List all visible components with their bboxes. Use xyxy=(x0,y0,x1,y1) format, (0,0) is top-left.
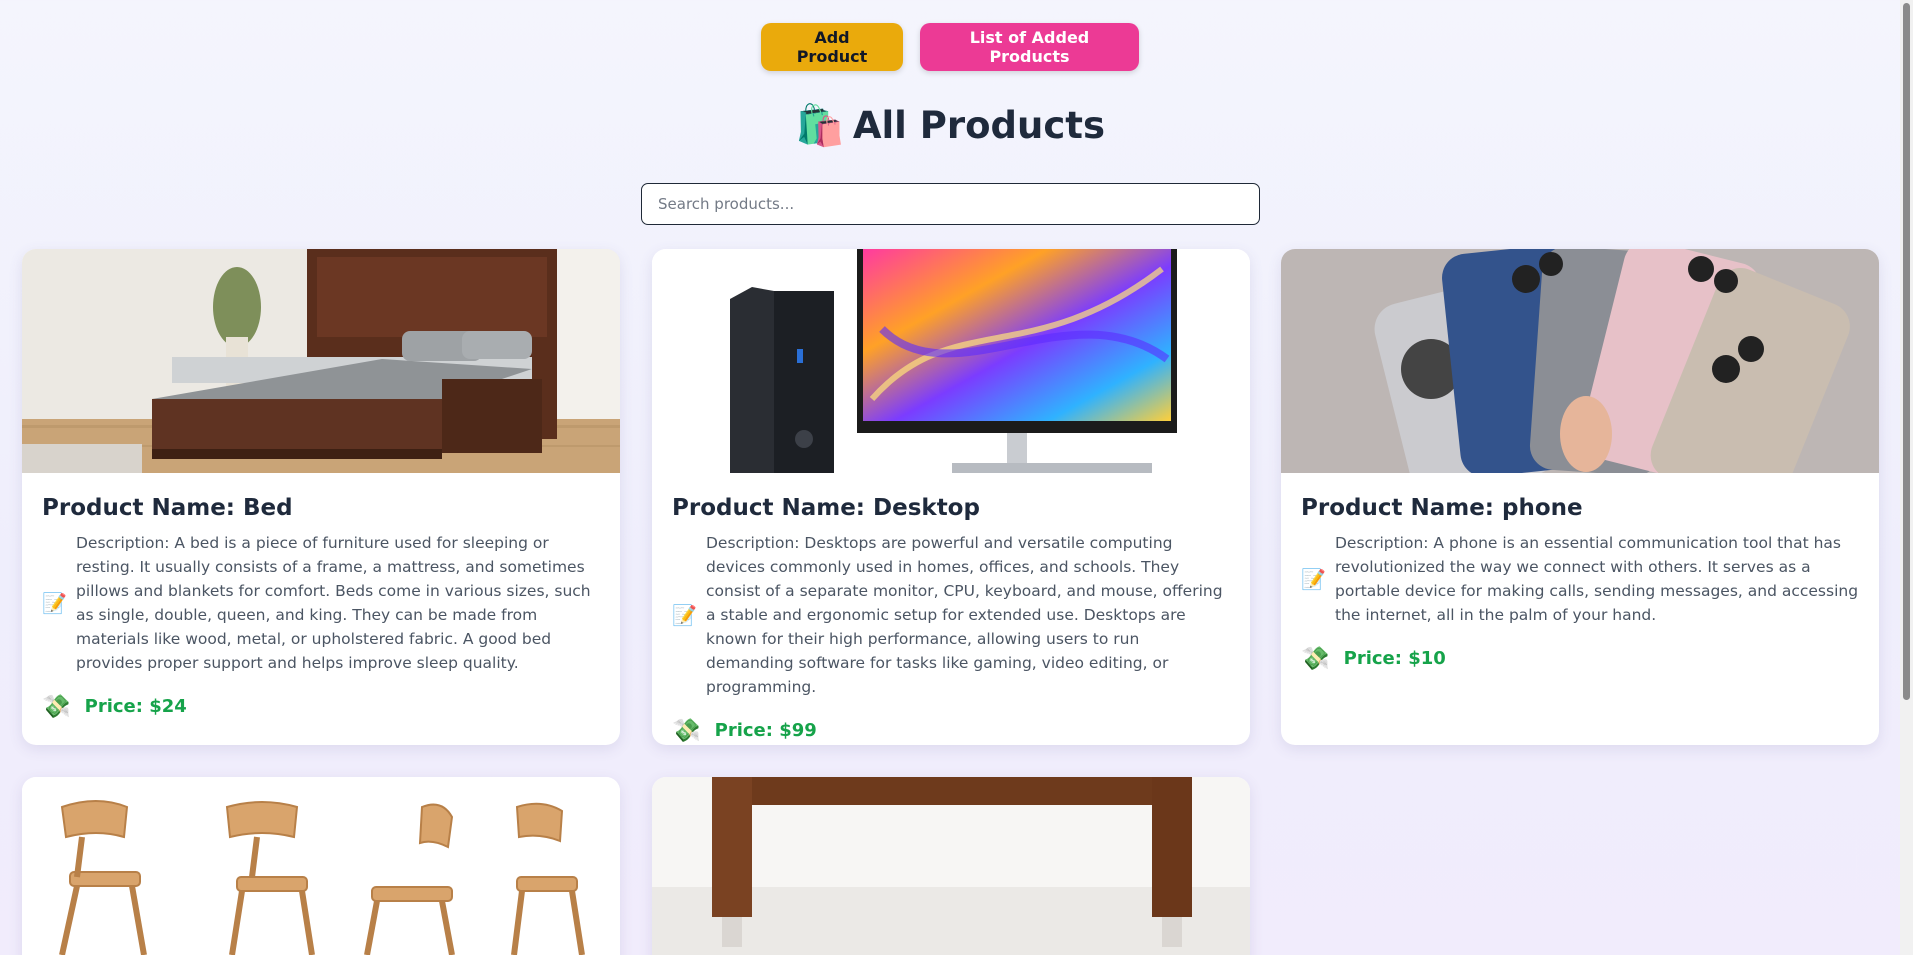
description-row: 📝 Description: A bed is a piece of furni… xyxy=(42,531,600,675)
product-image-phone xyxy=(1281,249,1879,473)
money-with-wings-icon: 💸 xyxy=(42,694,71,720)
description-row: 📝 Description: A phone is an essential c… xyxy=(1301,531,1859,627)
price-row: 💸 Price: $10 xyxy=(1301,645,1859,672)
page-heading: 🛍️ All Products xyxy=(0,104,1900,147)
money-with-wings-icon: 💸 xyxy=(1301,646,1330,672)
product-image-desktop xyxy=(652,249,1250,473)
memo-icon: 📝 xyxy=(672,603,697,627)
memo-icon: 📝 xyxy=(42,591,67,615)
product-card-phone[interactable]: Product Name: phone 📝 Description: A pho… xyxy=(1281,249,1879,745)
price-row: 💸 Price: $24 xyxy=(42,693,600,720)
description-row: 📝 Description: Desktops are powerful and… xyxy=(672,531,1230,699)
add-product-button[interactable]: Add Product xyxy=(761,23,903,71)
list-added-products-button[interactable]: List of Added Products xyxy=(920,23,1139,71)
product-card-desktop[interactable]: Product Name: Desktop 📝 Description: Des… xyxy=(652,249,1250,745)
product-image-chairs xyxy=(22,777,620,955)
scrollbar-thumb[interactable] xyxy=(1903,3,1910,700)
page-title: All Products xyxy=(852,104,1105,147)
product-name: Product Name: Desktop xyxy=(672,495,980,521)
top-nav: Add Product List of Added Products xyxy=(0,23,1900,71)
product-image-bed xyxy=(22,249,620,473)
product-card-bed[interactable]: Product Name: Bed 📝 Description: A bed i… xyxy=(22,249,620,745)
product-card-body: Product Name: phone 📝 Description: A pho… xyxy=(1281,473,1879,694)
search-container xyxy=(641,183,1260,225)
memo-icon: 📝 xyxy=(1301,567,1326,591)
product-price: Price: $10 xyxy=(1343,648,1446,669)
shopping-bags-icon: 🛍️ xyxy=(795,102,845,149)
product-description: Description: Desktops are powerful and v… xyxy=(706,534,1223,696)
product-card-chairs[interactable] xyxy=(22,777,620,955)
search-input[interactable] xyxy=(641,183,1260,225)
product-card-table[interactable] xyxy=(652,777,1250,955)
product-description: Description: A phone is an essential com… xyxy=(1335,534,1859,624)
price-row: 💸 Price: $99 xyxy=(672,717,1230,744)
product-price: Price: $24 xyxy=(84,696,187,717)
product-price: Price: $99 xyxy=(714,720,817,741)
product-card-body: Product Name: Bed 📝 Description: A bed i… xyxy=(22,473,620,742)
product-name: Product Name: phone xyxy=(1301,495,1583,521)
money-with-wings-icon: 💸 xyxy=(672,718,701,744)
product-name: Product Name: Bed xyxy=(42,495,293,521)
page-scrollbar[interactable] xyxy=(1900,0,1913,955)
product-card-body: Product Name: Desktop 📝 Description: Des… xyxy=(652,473,1250,745)
product-image-table xyxy=(652,777,1250,955)
product-description: Description: A bed is a piece of furnitu… xyxy=(76,534,591,672)
